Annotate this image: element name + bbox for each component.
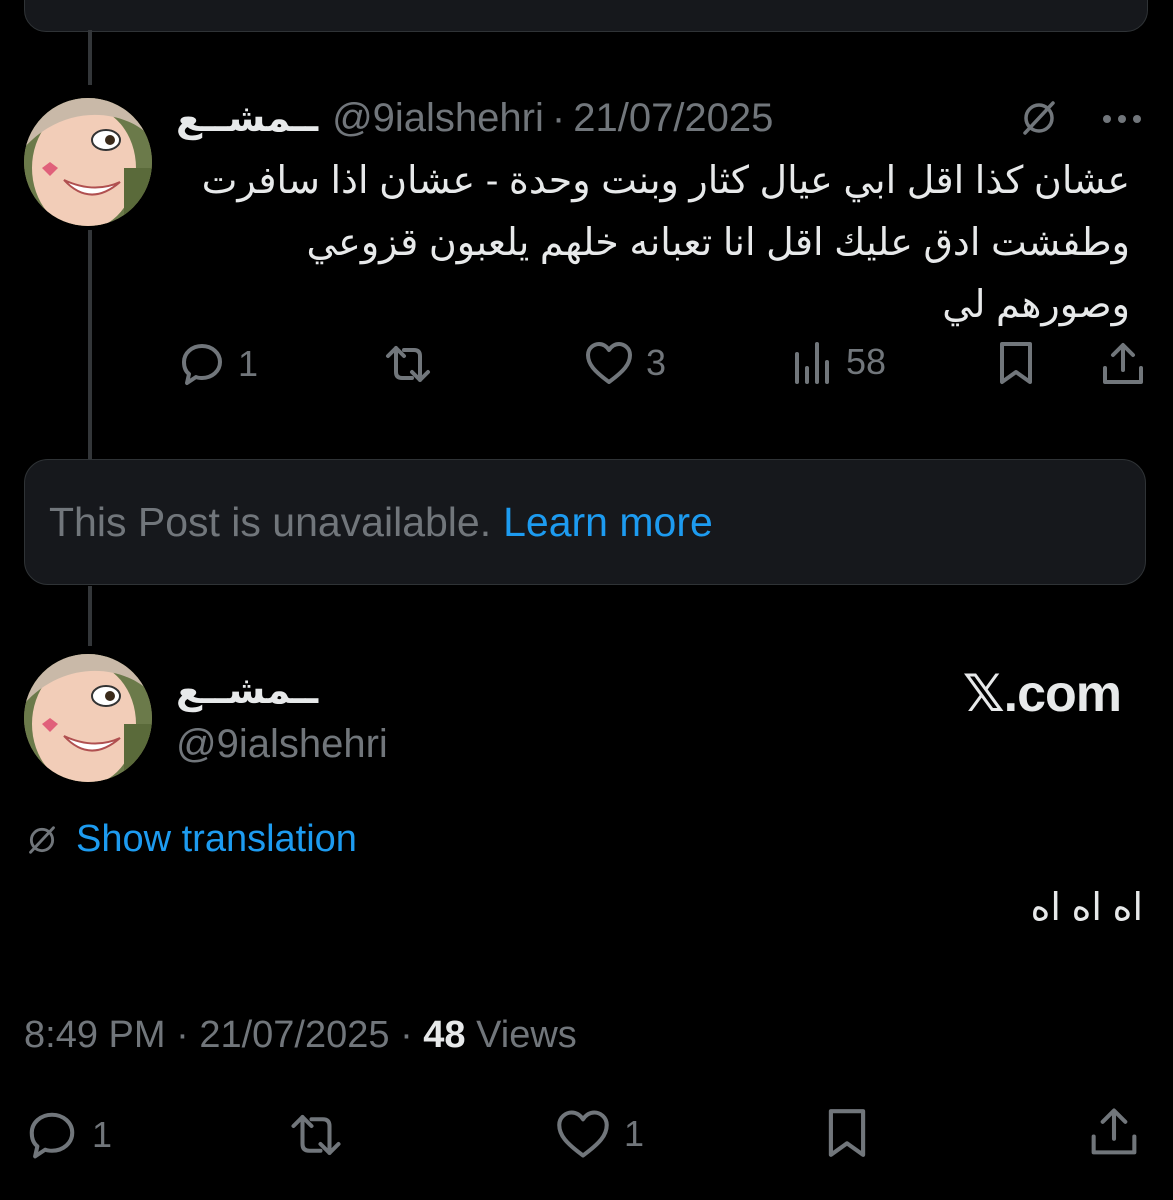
- unavailable-message: This Post is unavailable.: [49, 498, 492, 545]
- post-date[interactable]: 21/07/2025: [573, 96, 773, 141]
- bookmark-button[interactable]: [996, 340, 1036, 386]
- share-button[interactable]: [1100, 340, 1146, 388]
- show-translation-button[interactable]: Show translation: [24, 818, 357, 861]
- like-button[interactable]: 1: [554, 1108, 644, 1160]
- reply-button[interactable]: 1: [24, 1108, 112, 1162]
- share-icon: [1103, 343, 1143, 384]
- reply-button[interactable]: 1: [178, 340, 258, 388]
- views-button[interactable]: 58: [792, 340, 886, 384]
- like-icon: [557, 1110, 609, 1158]
- translate-icon: [29, 825, 55, 854]
- reply-count: 1: [92, 1114, 113, 1155]
- separator: ·: [400, 1014, 413, 1056]
- avatar-image: [24, 654, 152, 782]
- reply-count: 1: [238, 343, 259, 384]
- handle[interactable]: @9ialshehri: [332, 96, 544, 141]
- display-name[interactable]: ــمشــع: [176, 668, 318, 713]
- post-text: اه اه اه: [1030, 887, 1143, 929]
- repost-icon: [291, 1114, 341, 1156]
- post-header: ــمشــع @9ialshehri · 21/07/2025: [176, 92, 773, 144]
- more-icon[interactable]: [1101, 112, 1143, 130]
- views-label: Views: [476, 1014, 577, 1056]
- post-top-icons: [1017, 96, 1143, 145]
- handle[interactable]: @9ialshehri: [176, 722, 388, 767]
- reply-icon: [182, 344, 222, 385]
- avatar[interactable]: [24, 98, 152, 226]
- like-icon: [586, 342, 632, 384]
- unavailable-post-notice: This Post is unavailable. Learn more: [24, 459, 1146, 585]
- post-time[interactable]: 8:49 PM: [24, 1014, 166, 1056]
- post-text: عشان كذا اقل ابي عيال كثار وبنت وحدة - ع…: [201, 160, 1130, 326]
- no-translate-icon[interactable]: [1017, 96, 1061, 145]
- like-count: 1: [624, 1113, 645, 1154]
- display-name[interactable]: ــمشــع: [176, 96, 318, 141]
- repost-icon: [386, 346, 430, 382]
- views-icon: [795, 342, 829, 384]
- separator: ·: [551, 95, 566, 140]
- post-date[interactable]: 21/07/2025: [199, 1014, 389, 1056]
- thread-line: [88, 230, 92, 460]
- like-count: 3: [646, 342, 667, 383]
- bookmark-button[interactable]: [824, 1106, 870, 1160]
- views-count: 58: [846, 341, 887, 382]
- previous-post-card[interactable]: [24, 0, 1148, 32]
- like-button[interactable]: 3: [584, 340, 666, 386]
- share-button[interactable]: [1088, 1104, 1140, 1160]
- post-timestamp: 8:49 PM · 21/07/2025 · 48 Views: [24, 1014, 577, 1057]
- share-icon: [1091, 1108, 1137, 1155]
- repost-button[interactable]: [286, 1108, 346, 1162]
- show-translation-label[interactable]: Show translation: [76, 818, 357, 861]
- learn-more-link[interactable]: Learn more: [503, 499, 713, 546]
- x-com-watermark: 𝕏.com: [962, 665, 1122, 723]
- bookmark-icon: [828, 1109, 866, 1157]
- repost-button[interactable]: [382, 340, 434, 388]
- thread-line: [88, 586, 92, 646]
- avatar-image: [24, 98, 152, 226]
- bookmark-icon: [1000, 342, 1032, 384]
- views-count[interactable]: 48: [423, 1014, 465, 1056]
- separator: ·: [176, 1014, 189, 1056]
- thread-line: [88, 30, 92, 85]
- avatar[interactable]: [24, 654, 152, 782]
- reply-icon: [29, 1112, 75, 1159]
- screen: ــمشــع @9ialshehri · 21/07/2025 عشان كذ…: [0, 0, 1173, 1200]
